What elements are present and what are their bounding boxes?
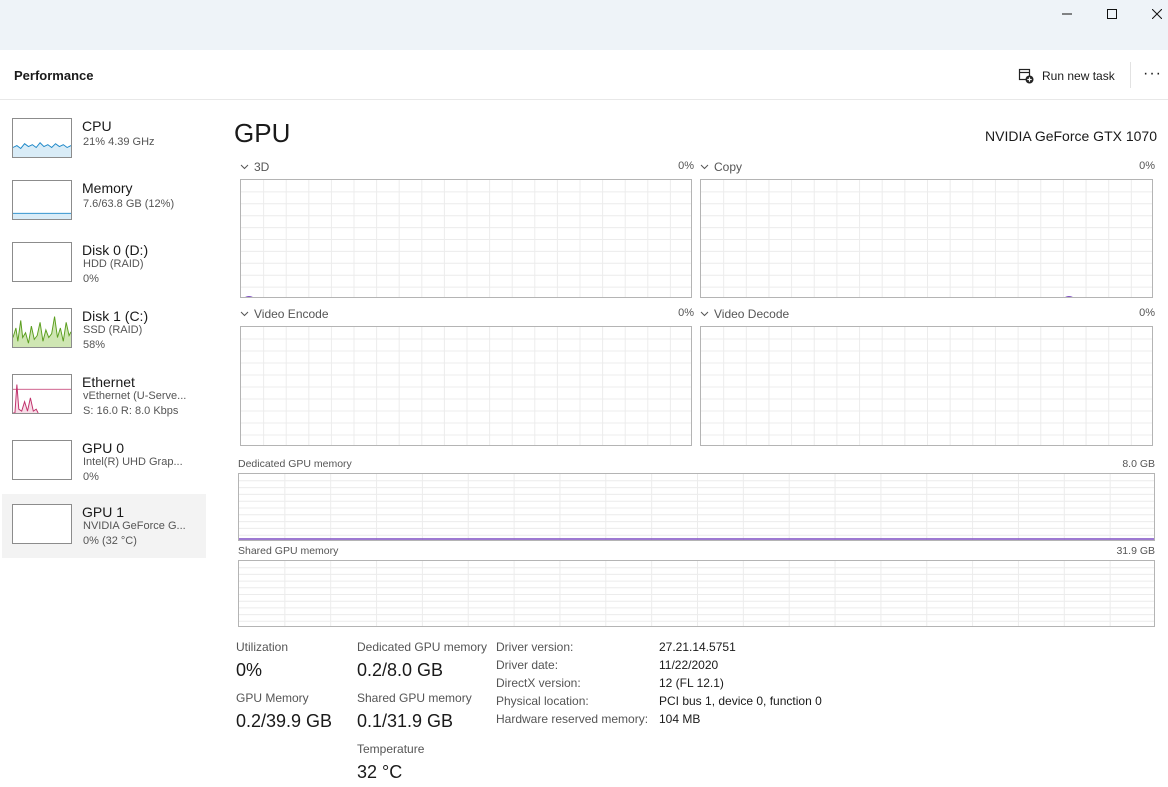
info-key: Physical location:: [496, 694, 589, 708]
gpu-model-name: NVIDIA GeForce GTX 1070: [985, 128, 1157, 144]
page-header: Performance Run new task ···: [0, 50, 1168, 100]
temperature-label: Temperature: [357, 742, 425, 756]
engine-label: 3D: [254, 160, 270, 174]
dedicated-memory-max: 8.0 GB: [1122, 458, 1155, 470]
sidebar-item-detail: 21% 4.39 GHz: [83, 136, 155, 148]
engine-percent: 0%: [1139, 160, 1155, 172]
info-value: 27.21.14.5751: [659, 640, 736, 654]
sidebar-item-detail: 7.6/63.8 GB (12%): [83, 198, 175, 210]
graph-shared-memory: [238, 560, 1155, 627]
info-key: Driver version:: [496, 640, 574, 654]
run-new-task-label: Run new task: [1042, 69, 1115, 83]
sidebar-item-name: GPU 0: [82, 440, 125, 456]
graph-3d: [240, 179, 692, 298]
sidebar-item-detail: SSD (RAID): [83, 324, 143, 336]
chevron-down-icon: [700, 311, 709, 317]
more-options-button[interactable]: ···: [1143, 66, 1165, 86]
temperature-value: 32 °C: [357, 762, 403, 782]
memory-thumbnail-graph: [12, 180, 72, 220]
sidebar-item-detail: NVIDIA GeForce G...: [83, 520, 186, 532]
title-bar: [0, 0, 1168, 50]
sidebar-item-disk-0[interactable]: Disk 0 (D:) HDD (RAID) 0%: [2, 232, 206, 296]
graph-video-decode: [700, 326, 1153, 446]
chevron-down-icon: [240, 164, 249, 170]
maximize-button[interactable]: [1089, 0, 1135, 28]
sidebar-item-cpu[interactable]: CPU 21% 4.39 GHz: [2, 108, 206, 172]
engine-label: Copy: [714, 160, 743, 174]
info-value: 11/22/2020: [659, 658, 719, 672]
chevron-down-icon: [240, 311, 249, 317]
sidebar-item-gpu-0[interactable]: GPU 0 Intel(R) UHD Grap... 0%: [2, 430, 206, 494]
close-button[interactable]: [1134, 0, 1168, 28]
engine-percent: 0%: [678, 160, 694, 172]
utilization-label: Utilization: [236, 640, 289, 654]
shared-memory-stat-label: Shared GPU memory: [357, 691, 472, 705]
more-icon: ···: [1143, 65, 1162, 82]
shared-memory-label: Shared GPU memory: [238, 545, 339, 557]
sidebar-item-name: CPU: [82, 118, 112, 134]
cpu-thumbnail-graph: [12, 118, 72, 158]
sidebar-item-gpu-1[interactable]: GPU 1 NVIDIA GeForce G... 0% (32 °C): [2, 494, 206, 558]
sidebar-item-detail: HDD (RAID): [83, 258, 144, 270]
usage-blip: [1065, 296, 1073, 297]
engine-selector-video-encode[interactable]: Video Encode: [240, 307, 329, 321]
sidebar-item-detail-2: 0%: [83, 273, 99, 285]
sidebar-item-detail-2: 0%: [83, 471, 99, 483]
gpu-1-thumbnail-graph: [12, 504, 72, 544]
sidebar-item-name: Disk 1 (C:): [82, 308, 149, 324]
graph-copy: [700, 179, 1153, 298]
dedicated-memory-label: Dedicated GPU memory: [238, 458, 352, 470]
header-separator: [1130, 62, 1131, 88]
gpu-0-thumbnail-graph: [12, 440, 72, 480]
dedicated-memory-stat-value: 0.2/8.0 GB: [357, 660, 444, 680]
info-key: Driver date:: [496, 658, 559, 672]
gpu-memory-label: GPU Memory: [236, 691, 309, 705]
sidebar-item-detail-2: S: 16.0 R: 8.0 Kbps: [83, 405, 179, 417]
info-value: PCI bus 1, device 0, function 0: [659, 694, 822, 708]
minimize-button[interactable]: [1044, 0, 1090, 28]
usage-blip: [245, 296, 253, 297]
disk-1-thumbnail-graph: [12, 308, 72, 348]
info-value: 104 MB: [659, 712, 701, 726]
info-value: 12 (FL 12.1): [659, 676, 724, 690]
engine-selector-copy[interactable]: Copy: [700, 160, 742, 174]
engine-selector-video-decode[interactable]: Video Decode: [700, 307, 789, 321]
run-new-task-button[interactable]: Run new task: [1018, 66, 1115, 86]
shared-memory-max: 31.9 GB: [1116, 545, 1155, 557]
ethernet-thumbnail-graph: [12, 374, 72, 414]
disk-0-thumbnail-graph: [12, 242, 72, 282]
graph-dedicated-memory: [238, 473, 1155, 541]
sidebar-item-detail: Intel(R) UHD Grap...: [83, 456, 183, 468]
graph-video-encode: [240, 326, 692, 446]
sidebar-item-detail: vEthernet (U-Serve...: [83, 390, 187, 402]
engine-selector-3d[interactable]: 3D: [240, 160, 269, 174]
sidebar-item-detail-2: 0% (32 °C): [83, 535, 137, 547]
engine-percent: 0%: [1139, 307, 1155, 319]
close-icon: [1152, 9, 1162, 19]
chevron-down-icon: [700, 164, 709, 170]
sidebar-item-detail-2: 58%: [83, 339, 106, 351]
sidebar-item-name: GPU 1: [82, 504, 125, 520]
sidebar-item-memory[interactable]: Memory 7.6/63.8 GB (12%): [2, 170, 206, 234]
minimize-icon: [1062, 13, 1072, 15]
sidebar-item-name: Ethernet: [82, 374, 135, 390]
sidebar-item-ethernet[interactable]: Ethernet vEthernet (U-Serve... S: 16.0 R…: [2, 364, 206, 428]
sidebar-item-disk-1[interactable]: Disk 1 (C:) SSD (RAID) 58%: [2, 298, 206, 362]
run-task-icon: [1018, 68, 1034, 84]
utilization-value: 0%: [236, 660, 263, 680]
sidebar-item-name: Disk 0 (D:): [82, 242, 149, 258]
sidebar-item-name: Memory: [82, 180, 133, 196]
dedicated-memory-stat-label: Dedicated GPU memory: [357, 640, 488, 654]
shared-memory-stat-value: 0.1/31.9 GB: [357, 711, 454, 731]
gpu-memory-value: 0.2/39.9 GB: [236, 711, 333, 731]
page-title: Performance: [14, 68, 94, 83]
engine-label: Video Decode: [714, 307, 790, 321]
engine-percent: 0%: [678, 307, 694, 319]
info-key: DirectX version:: [496, 676, 581, 690]
maximize-icon: [1107, 9, 1117, 19]
info-key: Hardware reserved memory:: [496, 712, 649, 726]
gpu-heading: GPU: [234, 118, 291, 148]
engine-label: Video Encode: [254, 307, 329, 321]
